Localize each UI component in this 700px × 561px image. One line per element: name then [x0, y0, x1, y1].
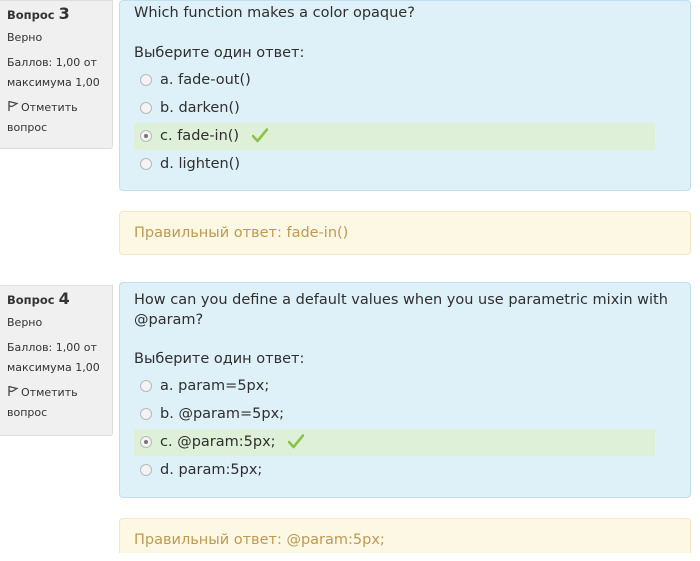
answer-option-d[interactable]: d. param:5px;: [134, 457, 655, 484]
question-number: Вопрос 3: [7, 4, 70, 23]
radio-button[interactable]: [140, 464, 152, 476]
answer-option-d[interactable]: d. lighten(): [134, 151, 655, 178]
flag-icon: [8, 100, 19, 111]
question-state: Верно: [7, 31, 43, 44]
correct-answer-feedback: Правильный ответ: fade-in(): [119, 211, 691, 255]
question-grade: Баллов: 1,00 от максимума 1,00: [7, 56, 100, 89]
checkmark-icon: [288, 434, 305, 449]
checkmark-icon: [251, 128, 268, 143]
correct-answer-feedback: Правильный ответ: @param:5px;: [119, 518, 691, 553]
question-text: How can you define a default values when…: [134, 292, 668, 328]
answer-option-c[interactable]: c. fade-in(): [134, 123, 655, 150]
answer-option-a[interactable]: a. fade-out(): [134, 67, 655, 94]
answer-list: a. param=5px; b. @param=5px; c. @param:5…: [134, 373, 676, 484]
question-text: Which function makes a color opaque?: [134, 5, 415, 21]
question-formulation: Which function makes a color opaque? Выб…: [119, 0, 691, 191]
answer-option-b[interactable]: b. darken(): [134, 95, 655, 122]
flag-question-link[interactable]: Отметить вопрос: [7, 383, 106, 423]
answer-option-a[interactable]: a. param=5px;: [134, 373, 655, 400]
answer-prompt: Выберите один ответ:: [134, 45, 305, 61]
answer-prompt: Выберите один ответ:: [134, 351, 305, 367]
radio-button[interactable]: [140, 158, 152, 170]
flag-question-link[interactable]: Отметить вопрос: [7, 98, 106, 138]
question-info: Вопрос 4 Верно Баллов: 1,00 от максимума…: [0, 285, 113, 436]
radio-button[interactable]: [140, 408, 152, 420]
question-state: Верно: [7, 316, 43, 329]
question-formulation: How can you define a default values when…: [119, 282, 691, 498]
radio-button[interactable]: [140, 74, 152, 86]
question-grade: Баллов: 1,00 от максимума 1,00: [7, 341, 100, 374]
radio-button[interactable]: [140, 380, 152, 392]
question-info: Вопрос 3 Верно Баллов: 1,00 от максимума…: [0, 0, 113, 149]
flag-icon: [8, 385, 19, 396]
radio-button-selected[interactable]: [140, 436, 152, 448]
radio-button[interactable]: [140, 102, 152, 114]
answer-option-c[interactable]: c. @param:5px;: [134, 429, 655, 456]
answer-list: a. fade-out() b. darken() c. fade-in() d…: [134, 67, 676, 178]
answer-option-b[interactable]: b. @param=5px;: [134, 401, 655, 428]
question-number: Вопрос 4: [7, 289, 70, 308]
radio-button-selected[interactable]: [140, 130, 152, 142]
